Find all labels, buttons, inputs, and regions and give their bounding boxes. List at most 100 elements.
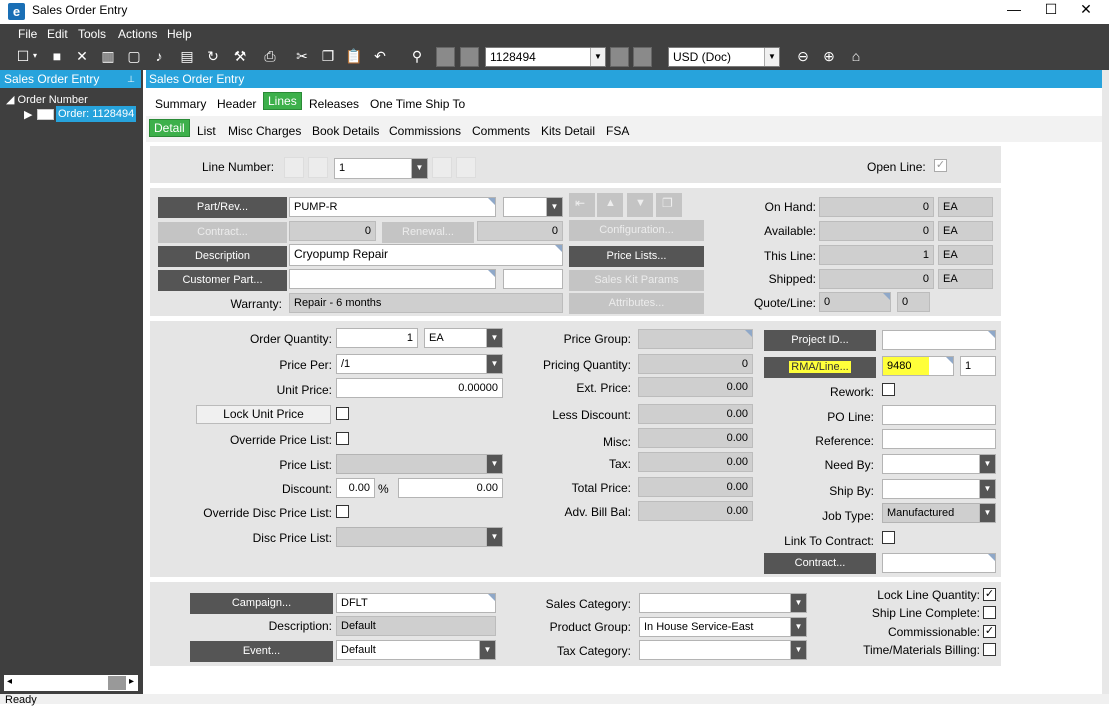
renewal-button[interactable]: Renewal...	[382, 222, 474, 243]
chevron-down-icon[interactable]: ▼	[479, 641, 495, 659]
description-field[interactable]: Cryopump Repair	[289, 244, 563, 266]
chevron-down-icon[interactable]: ▼	[764, 48, 779, 66]
link-to-contract-checkbox[interactable]	[882, 531, 895, 544]
unit-price-field[interactable]: 0.00000	[336, 378, 503, 398]
new-dropdown-icon[interactable]: ▾	[30, 45, 40, 67]
save-icon[interactable]: ■	[46, 45, 68, 67]
disc-price-list-combo[interactable]: ▼	[336, 527, 503, 547]
delete-icon[interactable]: ✕	[71, 45, 93, 67]
event-combo[interactable]: Default ▼	[336, 640, 496, 660]
collapse-icon[interactable]: ◢	[6, 94, 14, 106]
back-icon[interactable]: ⊖	[792, 45, 814, 67]
previous-record-button[interactable]	[460, 47, 479, 67]
discount-percent-field[interactable]: 0.00	[336, 478, 375, 498]
config-up-icon[interactable]: ▲	[597, 193, 623, 217]
chevron-down-icon[interactable]: ▼	[979, 455, 995, 473]
tab-comments[interactable]: Comments	[472, 124, 530, 138]
rma-number-field[interactable]: 9480	[882, 356, 954, 376]
menu-file[interactable]: File	[18, 27, 37, 41]
first-line-button[interactable]	[284, 157, 304, 178]
config-back-icon[interactable]: ⇤	[569, 193, 595, 217]
config-down-icon[interactable]: ▼	[627, 193, 653, 217]
tab-kits-detail[interactable]: Kits Detail	[541, 124, 595, 138]
scroll-thumb[interactable]	[108, 676, 126, 690]
last-record-button[interactable]	[633, 47, 652, 67]
campaign-button[interactable]: Campaign...	[190, 593, 333, 614]
clear-icon[interactable]: ▢	[123, 45, 145, 67]
lock-unit-price-button[interactable]: Lock Unit Price	[196, 405, 331, 424]
first-record-button[interactable]	[436, 47, 455, 67]
last-line-button[interactable]	[456, 157, 476, 178]
override-price-list-checkbox[interactable]	[336, 432, 349, 445]
refresh-icon[interactable]: ↻	[202, 45, 224, 67]
part-rev-button[interactable]: Part/Rev...	[158, 197, 287, 218]
tax-category-combo[interactable]: ▼	[639, 640, 807, 660]
chevron-down-icon[interactable]: ▼	[486, 455, 502, 473]
tab-list[interactable]: List	[197, 124, 216, 138]
chevron-down-icon[interactable]: ▼	[486, 528, 502, 546]
chevron-down-icon[interactable]: ▼	[411, 159, 427, 178]
ship-line-complete-checkbox[interactable]	[983, 606, 996, 619]
chevron-down-icon[interactable]: ▼	[486, 355, 502, 373]
rma-line-field[interactable]: 1	[960, 356, 996, 376]
binoculars-icon[interactable]: ⚲	[406, 45, 428, 67]
price-per-combo[interactable]: /1 ▼	[336, 354, 503, 374]
config-window-icon[interactable]: ❐	[656, 193, 682, 217]
vertical-scrollbar[interactable]	[1102, 70, 1109, 694]
customer-part-rev-field[interactable]	[503, 269, 563, 289]
campaign-field[interactable]: DFLT	[336, 593, 496, 613]
need-by-date[interactable]: ▼	[882, 454, 996, 474]
rma-line-button[interactable]: RMA/Line...	[764, 357, 876, 378]
configuration-button[interactable]: Configuration...	[569, 220, 704, 241]
chevron-down-icon[interactable]: ▼	[790, 641, 806, 659]
attributes-button[interactable]: Attributes...	[569, 293, 704, 314]
job-type-combo[interactable]: Manufactured ▼	[882, 503, 996, 523]
chevron-down-icon[interactable]: ▼	[486, 329, 502, 347]
contract-field[interactable]: 0	[289, 221, 376, 241]
tab-misc-charges[interactable]: Misc Charges	[228, 124, 301, 138]
menu-edit[interactable]: Edit	[47, 27, 68, 41]
renewal-field[interactable]: 0	[477, 221, 563, 241]
sales-category-combo[interactable]: ▼	[639, 593, 807, 613]
chevron-down-icon[interactable]: ▼	[546, 198, 562, 216]
tab-commissions[interactable]: Commissions	[389, 124, 461, 138]
customer-part-field[interactable]	[289, 269, 496, 289]
brush-icon[interactable]: ⚒	[229, 45, 251, 67]
project-id-button[interactable]: Project ID...	[764, 330, 876, 351]
product-group-combo[interactable]: In House Service-East ▼	[639, 617, 807, 637]
home-icon[interactable]: ⌂	[845, 45, 867, 67]
price-lists-button[interactable]: Price Lists...	[569, 246, 704, 267]
rework-checkbox[interactable]	[882, 383, 895, 396]
tab-header[interactable]: Header	[217, 97, 256, 111]
forward-icon[interactable]: ⊕	[818, 45, 840, 67]
menu-help[interactable]: Help	[167, 27, 192, 41]
scroll-left-icon[interactable]: ◂	[7, 676, 12, 687]
discount-amount-field[interactable]: 0.00	[398, 478, 503, 498]
tab-detail[interactable]: Detail	[149, 119, 190, 137]
close-button[interactable]: ✕	[1063, 0, 1109, 22]
override-disc-price-list-checkbox[interactable]	[336, 505, 349, 518]
book-icon[interactable]: ▥	[97, 45, 119, 67]
chevron-down-icon[interactable]: ▼	[979, 504, 995, 522]
chevron-down-icon[interactable]: ▼	[590, 48, 605, 66]
po-line-field[interactable]	[882, 405, 996, 425]
undo-icon[interactable]: ↶	[369, 45, 391, 67]
menu-tools[interactable]: Tools	[78, 27, 106, 41]
description-button[interactable]: Description	[158, 246, 287, 267]
open-line-checkbox[interactable]: ✓	[934, 159, 947, 172]
cut-icon[interactable]: ✂	[291, 45, 313, 67]
pin-icon[interactable]: ⊥	[127, 70, 135, 88]
customer-part-button[interactable]: Customer Part...	[158, 270, 287, 291]
project-id-field[interactable]	[882, 330, 996, 350]
ship-by-date[interactable]: ▼	[882, 479, 996, 499]
commissionable-checkbox[interactable]: ✓	[983, 625, 996, 638]
tree-scrollbar[interactable]: ◂ ▸	[4, 675, 138, 691]
price-list-combo[interactable]: ▼	[336, 454, 503, 474]
chevron-down-icon[interactable]: ▼	[790, 594, 806, 612]
chevron-down-icon[interactable]: ▼	[790, 618, 806, 636]
order-number-combo[interactable]: 1128494 ▼	[485, 47, 606, 67]
sales-kit-params-button[interactable]: Sales Kit Params	[569, 270, 704, 291]
print-icon[interactable]: ⎙	[259, 45, 281, 67]
contract-link-button[interactable]: Contract...	[764, 553, 876, 574]
quote-field[interactable]: 0	[819, 292, 891, 312]
